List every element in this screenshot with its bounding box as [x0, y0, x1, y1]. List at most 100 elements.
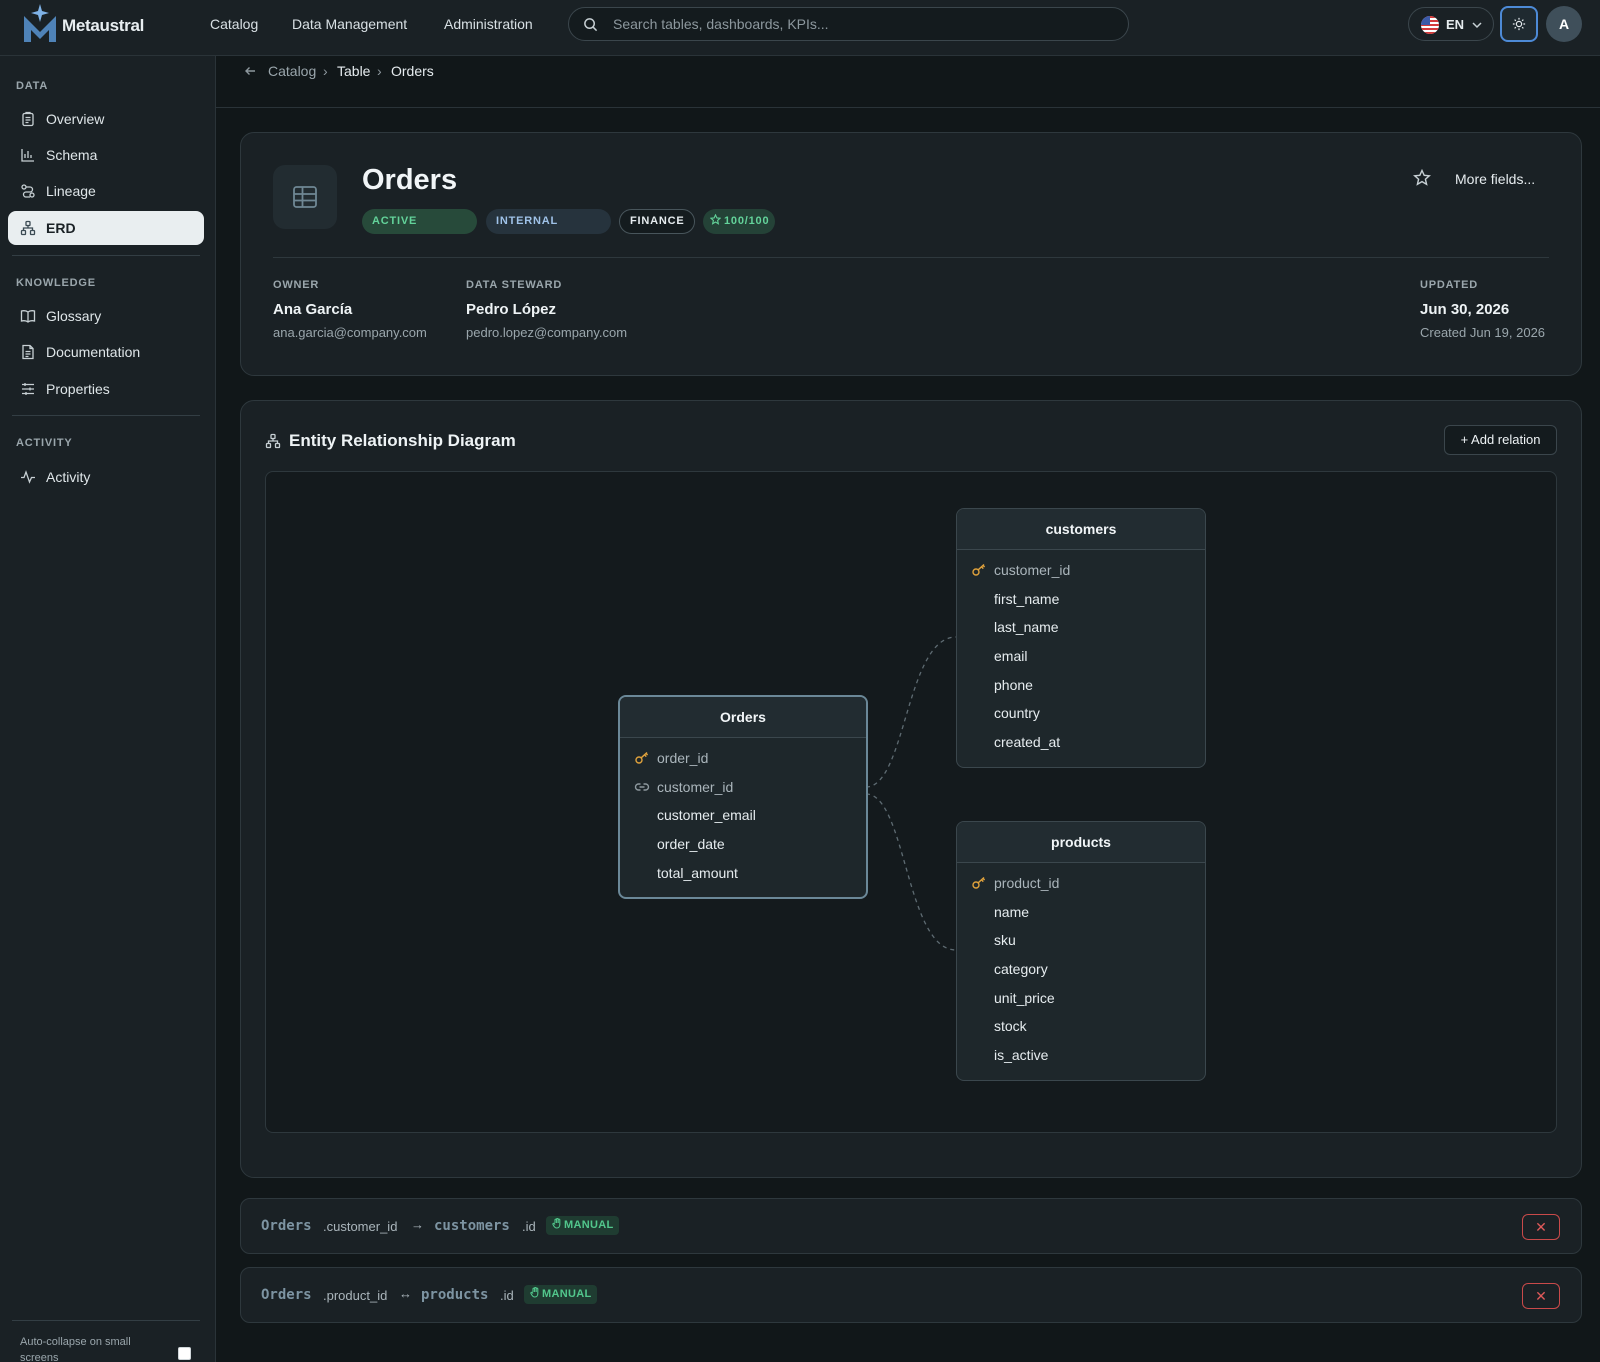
add-relation-button[interactable]: + Add relation — [1444, 425, 1557, 455]
column-name: product_id — [994, 875, 1060, 891]
column-name: total_amount — [657, 864, 738, 881]
steward-email: pedro.lopez@company.com — [466, 325, 628, 340]
owner-email: ana.garcia@company.com — [273, 325, 427, 340]
relation-source-table[interactable]: Orders — [261, 1218, 312, 1234]
erd-canvas[interactable]: Orders order_id customer_id customer_ema… — [265, 471, 1557, 1133]
column-name: country — [994, 705, 1040, 722]
sidebar-item-label: Glossary — [46, 308, 102, 324]
relation-source-field: .customer_id — [323, 1219, 398, 1234]
erd-card: Entity Relationship Diagram + Add relati… — [240, 400, 1582, 1178]
sidebar-item-label: Properties — [46, 381, 110, 397]
sidebar-item-erd[interactable]: ERD — [8, 211, 204, 245]
pulse-icon — [20, 469, 36, 485]
nav-administration[interactable]: Administration — [444, 0, 533, 48]
primary-key-icon — [971, 876, 987, 890]
relation-type-badge: MANUAL — [546, 1216, 620, 1235]
relation-arrow: → — [411, 1217, 424, 1232]
sidebar-item-lineage[interactable]: Lineage — [8, 174, 204, 208]
entity-title: customers — [957, 509, 1205, 550]
breadcrumb-table[interactable]: Table — [337, 63, 370, 79]
sidebar-item-overview[interactable]: Overview — [8, 102, 204, 136]
clipboard-icon — [20, 111, 36, 127]
entity-column: last_name — [957, 613, 1205, 642]
relation-source-table[interactable]: Orders — [261, 1287, 312, 1303]
entity-column: is_active — [957, 1041, 1205, 1070]
auto-collapse-checkbox[interactable] — [178, 1347, 191, 1360]
route-icon — [20, 183, 36, 199]
entity-column: country — [957, 699, 1205, 728]
delete-relation-button[interactable]: ✕ — [1522, 1214, 1560, 1240]
entity-column: first_name — [957, 585, 1205, 614]
relation-target-table[interactable]: customers — [434, 1218, 510, 1234]
entity-orders[interactable]: Orders order_id customer_id customer_ema… — [618, 695, 868, 899]
column-name: customer_email — [657, 807, 756, 824]
hand-icon — [530, 1287, 539, 1298]
relation-target-field: .id — [522, 1219, 536, 1234]
breadcrumb: Catalog › Table › Orders — [216, 56, 1600, 108]
sidebar-item-schema[interactable]: Schema — [8, 138, 204, 172]
entity-column: stock — [957, 1012, 1205, 1041]
quality-score: 100/100 — [724, 215, 770, 227]
relation-target-field: .id — [500, 1288, 514, 1303]
theme-toggle-button[interactable] — [1500, 6, 1538, 42]
breadcrumb-current: Orders — [391, 63, 434, 79]
column-name: order_date — [657, 836, 725, 853]
column-name: is_active — [994, 1047, 1049, 1064]
quality-score-badge: 100/100 — [703, 209, 775, 234]
close-icon: ✕ — [1535, 1288, 1547, 1304]
column-name: sku — [994, 932, 1016, 949]
column-name: unit_price — [994, 989, 1055, 1006]
nav-data-management[interactable]: Data Management — [292, 0, 407, 48]
network-icon — [265, 433, 281, 449]
domain-badge[interactable]: FINANCE — [619, 209, 695, 234]
steward-name[interactable]: Pedro López — [466, 301, 556, 318]
relation-target-table[interactable]: products — [421, 1287, 488, 1303]
global-search[interactable] — [568, 7, 1129, 41]
relation-connectors — [865, 636, 957, 951]
metaustral-logo[interactable] — [22, 4, 58, 44]
search-icon — [583, 17, 598, 32]
breadcrumb-catalog[interactable]: Catalog — [268, 63, 316, 79]
more-fields-button[interactable]: More fields... — [1455, 171, 1535, 187]
column-name: name — [994, 903, 1030, 920]
chevron-down-icon — [1471, 19, 1483, 31]
delete-relation-button[interactable]: ✕ — [1522, 1283, 1560, 1309]
entity-column: category — [957, 955, 1205, 984]
updated-label: UPDATED — [1420, 279, 1478, 291]
table-icon — [273, 165, 337, 229]
auto-collapse-label: Auto-collapse on small screens — [20, 1336, 131, 1362]
classification-badge: INTERNAL — [486, 209, 611, 234]
primary-key-icon — [634, 751, 650, 765]
entity-column: created_at — [957, 728, 1205, 757]
favorite-star-icon[interactable] — [1413, 169, 1431, 187]
updated-date: Jun 30, 2026 — [1420, 301, 1510, 318]
sidebar-item-label: Overview — [46, 111, 105, 127]
sidebar-item-activity[interactable]: Activity — [8, 460, 204, 494]
sidebar-item-documentation[interactable]: Documentation — [8, 335, 204, 369]
owner-name[interactable]: Ana García — [273, 301, 352, 318]
sidebar-item-glossary[interactable]: Glossary — [8, 299, 204, 333]
entity-column: unit_price — [957, 984, 1205, 1013]
sidebar-divider — [12, 255, 200, 256]
user-avatar[interactable]: A — [1546, 6, 1582, 42]
relation-arrow: ↔ — [399, 1286, 412, 1301]
column-name: email — [994, 648, 1028, 665]
app-name[interactable]: Metaustral — [62, 16, 144, 36]
column-name: stock — [994, 1018, 1027, 1035]
sidebar-item-properties[interactable]: Properties — [8, 372, 204, 406]
language-selector[interactable]: EN — [1408, 7, 1494, 41]
search-input[interactable] — [613, 8, 1113, 40]
nav-catalog[interactable]: Catalog — [210, 0, 258, 48]
column-name: phone — [994, 676, 1033, 693]
column-name: created_at — [994, 734, 1061, 751]
relation-source-field: .product_id — [323, 1288, 388, 1303]
column-name: order_id — [657, 750, 709, 766]
entity-customers[interactable]: customers customer_id first_name last_na… — [956, 508, 1206, 768]
top-bar: Metaustral Catalog Data Management Admin… — [0, 0, 1600, 56]
entity-column: product_id — [957, 869, 1205, 898]
hand-icon — [552, 1218, 561, 1229]
language-code: EN — [1446, 17, 1465, 32]
entity-products[interactable]: products product_id name sku category un… — [956, 821, 1206, 1081]
book-icon — [20, 308, 36, 324]
back-arrow-icon[interactable] — [244, 65, 256, 77]
